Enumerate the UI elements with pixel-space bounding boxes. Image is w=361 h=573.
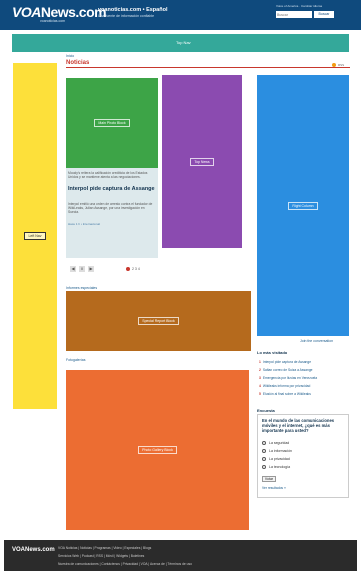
right-column-label: Right Column	[288, 201, 318, 210]
photo-gallery-label: Photo Gallery Block	[138, 446, 177, 454]
search-input[interactable]	[276, 11, 312, 18]
most-read-item[interactable]: 4 Wikileaks informa por privacidad	[259, 384, 310, 388]
poll-option[interactable]: La privacidad	[262, 457, 290, 461]
story-timestamp: Hace 1 h • Internacional	[68, 222, 100, 226]
poll-option[interactable]: La información	[262, 449, 292, 453]
most-read-item-label: Emergencia por lluvias en Venezuela	[262, 376, 318, 380]
radio-icon[interactable]	[262, 465, 266, 469]
site-title: voanoticias.com • Español	[98, 7, 168, 13]
page-title: Noticias	[66, 60, 90, 66]
story-summary: Moody's reitera la calificación creditic…	[68, 171, 148, 179]
special-report-label: Special Report Block	[138, 317, 179, 325]
poll-option-label: La información	[269, 449, 292, 453]
search-button[interactable]: Buscar	[314, 11, 334, 18]
logo-prefix: VOA	[12, 4, 41, 20]
most-read-item[interactable]: 2 Saltan correo de Suiza a Assange	[259, 368, 313, 372]
pager-current-dot[interactable]	[126, 267, 130, 271]
radio-icon[interactable]	[262, 441, 266, 445]
logo-suffix: News.com	[40, 4, 107, 20]
left-nav-label: Left Nav	[24, 232, 46, 240]
poll-option-label: La privacidad	[269, 457, 290, 461]
photo-gallery-heading: Fotogalerías	[66, 358, 86, 362]
site-tagline: Una fuente de información confiable	[98, 14, 155, 18]
poll-option[interactable]: La tecnología	[262, 465, 290, 469]
site-logo[interactable]: VOANews.com	[12, 4, 107, 20]
footer-links-row[interactable]: Nuestra de comunicaciones | Contáctenos …	[58, 562, 192, 566]
most-read-item-label: Saltan correo de Suiza a Assange	[262, 368, 313, 372]
poll-option-label: La tecnología	[269, 465, 291, 469]
most-read-heading: Lo más visitado	[257, 350, 288, 355]
most-read-item[interactable]: 5 Elusión al final sobre a Wikileaks	[259, 392, 311, 396]
most-read-item-label: Elusión al final sobre a Wikileaks	[262, 392, 311, 396]
poll-results-link[interactable]: Ver resultados »	[262, 486, 286, 490]
top-nav-label: Top Nav	[176, 40, 191, 45]
join-conversation-link[interactable]: Join the conversation	[300, 339, 333, 343]
photo-gallery-block[interactable]: Photo Gallery Block	[66, 370, 249, 530]
breadcrumb[interactable]: Inicio	[66, 54, 74, 58]
top-links[interactable]: Voice of America · Cambiar idioma	[276, 4, 322, 8]
title-divider	[66, 67, 350, 68]
radio-icon[interactable]	[262, 457, 266, 461]
left-nav-block: Left Nav	[13, 63, 57, 409]
story-body: Interpol emitió una orden de arresto con…	[68, 202, 153, 214]
pager-next-button[interactable]: ▶	[88, 266, 94, 272]
pager-pause-button[interactable]: II	[79, 266, 85, 272]
site-footer	[4, 540, 357, 571]
footer-links-row[interactable]: Servicios Web | Podcast | RSS | Móvil | …	[58, 554, 144, 558]
story-headline[interactable]: Interpol pide captura de Assange	[68, 186, 156, 193]
main-photo-block[interactable]: Main Photo Block	[66, 78, 158, 168]
special-report-block[interactable]: Special Report Block	[66, 291, 251, 351]
poll-question: En el mundo de las comunicaciones móvile…	[262, 418, 335, 433]
radio-icon[interactable]	[262, 449, 266, 453]
pager-prev-button[interactable]: ◀	[70, 266, 76, 272]
poll-heading: Encuesta	[257, 408, 275, 413]
most-read-item[interactable]: 3 Emergencia por lluvias en Venezuela	[259, 376, 317, 380]
special-reports-heading: Informes especiales	[66, 286, 98, 290]
most-read-item-label: Interpol pide captura de Assange	[262, 360, 312, 364]
main-photo-label: Main Photo Block	[94, 119, 130, 127]
pager-pages[interactable]: 2 3 4	[132, 267, 140, 271]
rss-label[interactable]: RSS	[338, 63, 344, 67]
poll-option[interactable]: La seguridad	[262, 441, 289, 445]
top-news-block[interactable]: Top News	[162, 75, 242, 248]
poll-option-label: La seguridad	[269, 441, 290, 445]
right-column-block[interactable]: Right Column	[257, 75, 349, 336]
footer-links-row[interactable]: VOA Noticias | Noticias | Programas | Vi…	[58, 546, 151, 550]
vote-button[interactable]: Votar	[262, 476, 276, 482]
rss-icon[interactable]	[332, 63, 336, 67]
most-read-item-label: Wikileaks informa por privacidad	[262, 384, 311, 388]
logo-subtitle: voanoticias.com	[40, 19, 66, 23]
top-news-label: Top News	[190, 157, 214, 166]
footer-logo[interactable]: VOANews.com	[12, 547, 55, 553]
most-read-item[interactable]: 1 Interpol pide captura de Assange	[259, 360, 311, 364]
